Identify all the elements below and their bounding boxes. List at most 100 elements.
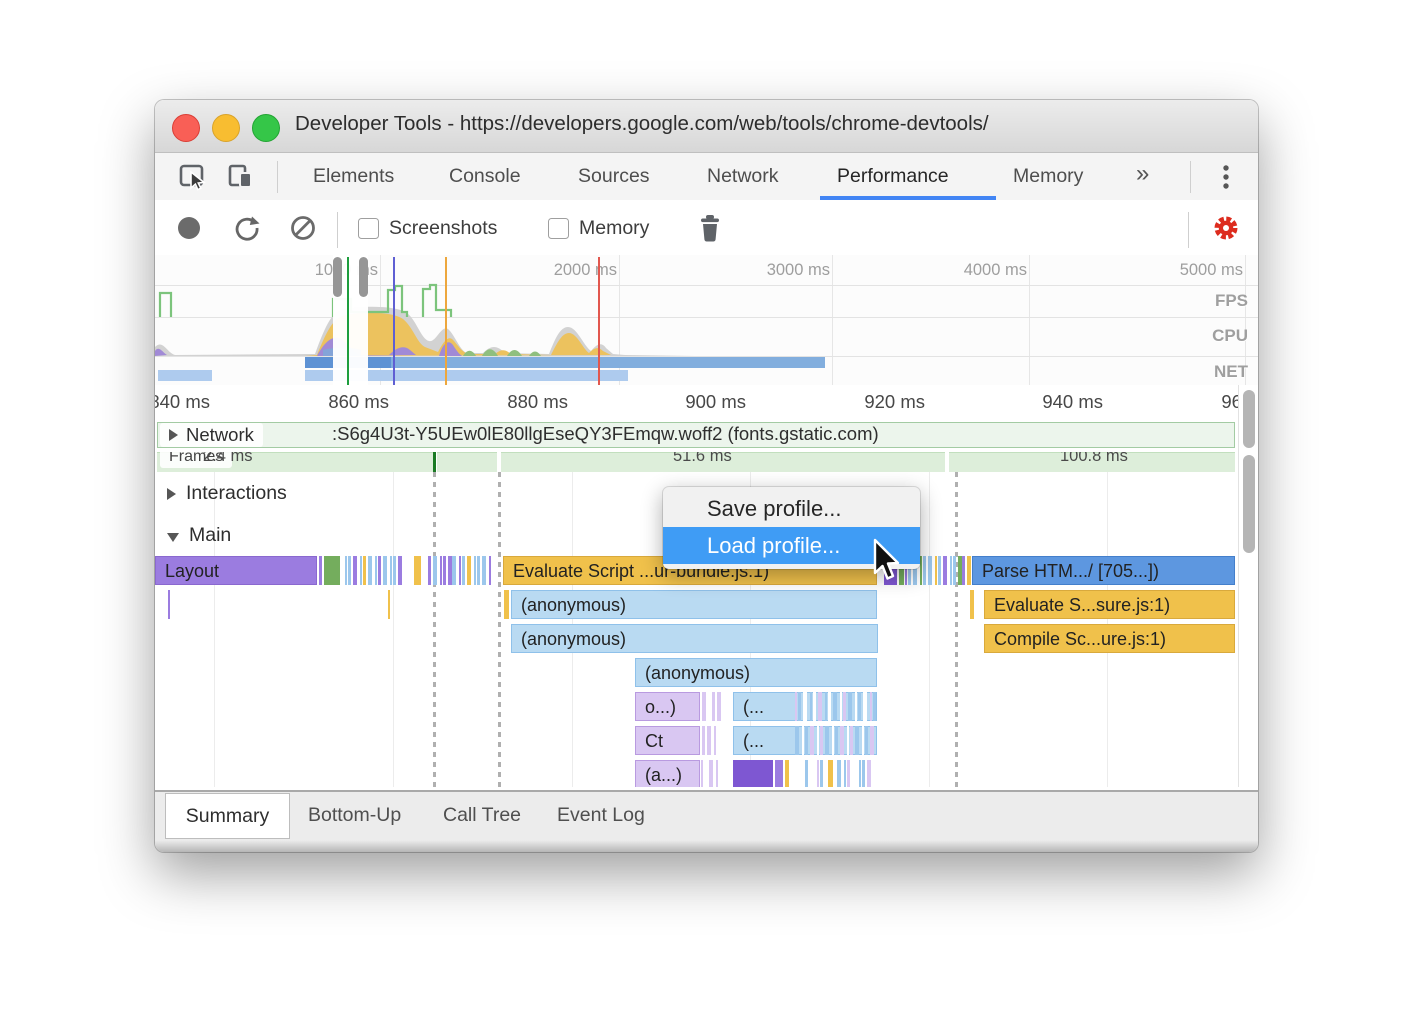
flame-stripe [712,692,715,721]
flame-bar-a[interactable]: (a...) [635,760,700,787]
vertical-scrollbar[interactable] [1238,385,1258,787]
bottom-tab-event-log[interactable]: Event Log [557,804,645,827]
tab-console[interactable]: Console [449,165,521,188]
flame-stripe [443,556,446,585]
bottom-tab-call-tree[interactable]: Call Tree [443,804,521,827]
expand-triangle-icon[interactable] [167,488,176,500]
clear-button[interactable] [289,214,317,242]
flame-bar-anonymous[interactable]: (anonymous) [511,624,878,653]
screenshots-checkbox-label[interactable]: Screenshots [389,217,497,240]
flame-stripe [709,692,711,721]
flame-stripe [817,726,819,755]
flame-stripe [874,760,876,787]
frame-duration: 2.4 ms [203,452,253,466]
flame-stripe [863,692,867,721]
network-track-label: Network [186,424,254,446]
screenshots-checkbox[interactable] [358,218,379,239]
flame-bar-anonymous[interactable]: (anonymous) [635,658,877,687]
flame-bar-parse-html[interactable]: Parse HTM.../ [705...]) [972,556,1235,585]
flame-stripe [855,692,857,721]
selection-right-handle[interactable] [359,257,368,297]
devtools-window: Developer Tools - https://developers.goo… [155,100,1258,852]
lane-label-net: NET [1188,362,1248,382]
minimize-window-button[interactable] [212,114,240,142]
ruler-tick: 920 ms [829,391,925,413]
flame-stripe [474,556,476,585]
bottom-tab-bottom-up[interactable]: Bottom-Up [308,804,401,827]
flame-stripe [833,692,837,721]
flame-stripe [489,556,491,585]
scrollbar-thumb[interactable] [1243,390,1255,448]
collapse-triangle-icon[interactable] [167,533,179,542]
bottom-tab-summary[interactable]: Summary [165,793,290,839]
window-bottom-edge [155,840,1258,852]
flame-stripe [935,556,937,585]
detail-ruler[interactable]: 840 ms 860 ms 880 ms 900 ms 920 ms 940 m… [155,385,1258,420]
flame-bar-paint[interactable] [324,556,340,585]
selection-left-handle[interactable] [333,257,342,297]
flame-stripe [828,692,831,721]
timeline-overview[interactable]: 1000 ms 2000 ms 3000 ms 4000 ms 5000 ms [155,255,1258,386]
flame-stripe [433,556,437,585]
flame-stripe [943,556,947,585]
tab-sources[interactable]: Sources [578,165,650,188]
flame-stripe [467,556,471,585]
flame-stripe [378,556,381,585]
flame-bar-compile-sc[interactable]: Compile Sc...ure.js:1) [984,624,1235,653]
flame-stripe [707,726,711,755]
flame-stripe [319,556,322,585]
flame-bar-script[interactable] [414,556,421,585]
memory-checkbox[interactable] [548,218,569,239]
settings-gear-icon[interactable] [1209,211,1243,245]
flame-stripe [920,556,922,585]
flame-stripe [459,556,461,585]
flame-stripe [873,692,876,721]
frame-duration: 51.6 ms [673,452,732,466]
mouse-cursor [873,538,903,584]
network-track-header[interactable]: Network [160,423,263,447]
scrollbar-thumb[interactable] [1243,455,1255,553]
flame-bar-o[interactable]: o...) [635,692,700,721]
interactions-track-label: Interactions [186,482,287,505]
expand-triangle-icon[interactable] [169,429,178,441]
flame-stripe [398,556,402,585]
frame-bar[interactable] [437,452,497,472]
trash-icon[interactable] [693,211,727,247]
lane-label-cpu: CPU [1188,326,1248,346]
flame-stripe [825,692,827,721]
device-toolbar-icon[interactable] [226,162,256,192]
flame-bar-anonymous[interactable]: (anonymous) [511,590,877,619]
close-window-button[interactable] [172,114,200,142]
tab-network[interactable]: Network [707,165,779,188]
flame-bar-ct[interactable]: Ct [635,726,700,755]
flame-stripe [701,760,703,787]
flame-bar-layout[interactable]: Layout [155,556,317,585]
flame-stripe [168,590,170,619]
menu-item-save-profile[interactable]: Save profile... [663,490,920,527]
flame-stripe [785,760,789,787]
flame-stripe [832,726,834,755]
title-bar[interactable]: Developer Tools - https://developers.goo… [155,100,1258,153]
reload-record-button[interactable] [233,214,261,242]
zoom-window-button[interactable] [252,114,280,142]
flame-stripe [428,556,431,585]
flame-stripe [798,692,801,721]
tab-elements[interactable]: Elements [313,165,394,188]
flame-stripe [440,556,442,585]
memory-checkbox-label[interactable]: Memory [579,217,649,240]
flame-bar-evaluate-s[interactable]: Evaluate S...sure.js:1) [984,590,1235,619]
interactions-track-header[interactable]: Interactions [167,482,287,505]
flame-chart[interactable]: Layout Evaluate Script ...ur-bundle.js:1… [155,553,1238,787]
main-track-header[interactable]: Main [167,524,231,547]
devtools-menu-icon[interactable] [1219,161,1233,193]
flame-stripe [345,556,347,585]
tab-performance[interactable]: Performance [837,165,949,188]
more-tabs-icon[interactable]: » [1136,160,1149,188]
toolbar-divider [277,161,278,193]
flame-stripe [870,692,872,721]
inspect-element-icon[interactable] [178,162,208,192]
record-button[interactable] [177,216,201,240]
flame-stripe [848,692,852,721]
tab-memory[interactable]: Memory [1013,165,1083,188]
flame-stripe [363,556,366,585]
